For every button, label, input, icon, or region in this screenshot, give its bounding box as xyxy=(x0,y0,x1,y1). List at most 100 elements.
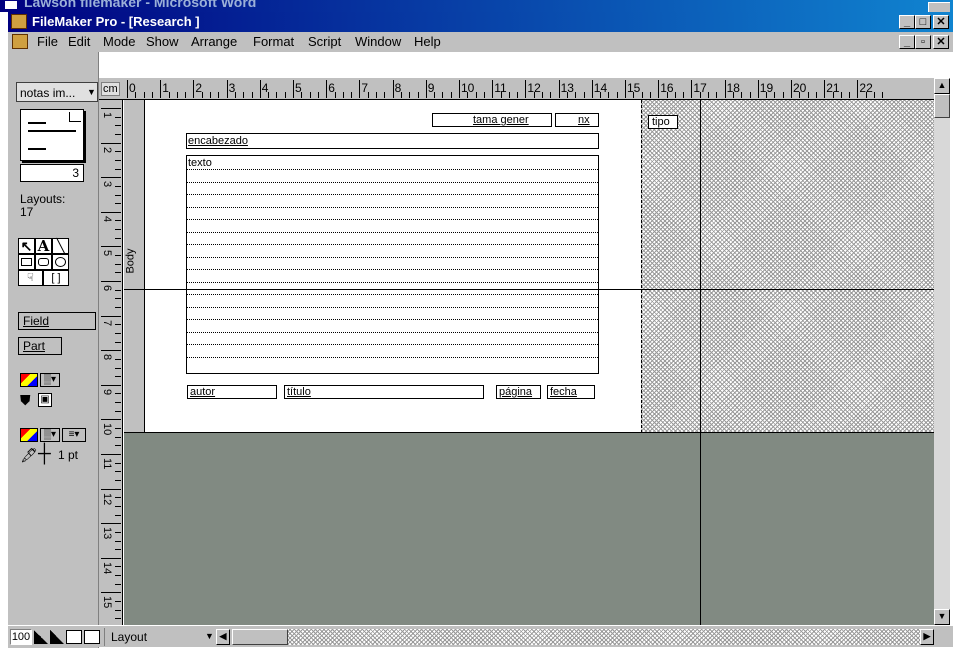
ruler-tick xyxy=(334,92,336,98)
maximize-button[interactable]: □ xyxy=(915,15,931,29)
zoom-in-icon[interactable] xyxy=(50,630,64,644)
pen-width-label[interactable]: 1 pt xyxy=(58,448,78,462)
effects-icon[interactable]: ⛊ xyxy=(20,392,31,409)
ruler-tick xyxy=(874,92,875,98)
field-pagina[interactable]: página xyxy=(496,385,541,399)
ruler-tick xyxy=(101,557,121,559)
ruler-tick xyxy=(115,324,121,326)
ruler-tick xyxy=(259,80,261,98)
mode-dropdown-icon: ▼ xyxy=(205,631,214,641)
mode-popup[interactable]: Layout ▼ xyxy=(104,628,216,646)
menu-arrange[interactable]: Arrange xyxy=(191,32,237,52)
ruler-tick xyxy=(115,168,121,170)
non-printable-area xyxy=(641,100,934,433)
ruler-tick xyxy=(616,92,618,98)
doc-close-button[interactable]: ✕ xyxy=(933,35,949,49)
crosshair-icon[interactable]: ┼ xyxy=(38,444,51,462)
close-button[interactable]: ✕ xyxy=(933,15,949,29)
ruler-tick xyxy=(782,92,784,98)
ruler-tick xyxy=(459,80,460,98)
texto-line xyxy=(187,231,598,233)
layout-book-icon[interactable] xyxy=(20,109,84,161)
ruler-tick xyxy=(251,92,253,98)
menu-script[interactable]: Script xyxy=(308,32,341,52)
body-part-tab[interactable]: Body xyxy=(124,100,145,433)
ruler-tick xyxy=(115,332,121,334)
scroll-left-button[interactable]: ◀ xyxy=(216,629,230,645)
ruler-tick xyxy=(115,220,121,222)
line-tool-icon[interactable]: ╲ xyxy=(52,238,69,254)
menu-help[interactable]: Help xyxy=(414,32,441,52)
fill-pattern-icon[interactable]: ▒▾ xyxy=(40,373,60,387)
menu-bar: File Edit Mode Show Arrange Format Scrip… xyxy=(8,32,953,52)
document-icon[interactable] xyxy=(12,34,28,49)
pen-pattern-icon[interactable]: ▒▾ xyxy=(40,428,60,442)
layout-canvas[interactable]: Body tama gener nx tipo encabezado texto… xyxy=(124,100,934,625)
rounded-rect-tool-icon[interactable] xyxy=(35,254,52,270)
pointer-tool-icon[interactable]: ↖ xyxy=(18,238,35,254)
ruler-tick xyxy=(683,92,685,98)
field-nx[interactable]: nx xyxy=(555,113,599,127)
portal-tool-icon[interactable]: [ ] xyxy=(43,270,69,286)
button-tool-icon[interactable]: ☟ xyxy=(18,270,43,286)
horizontal-guide[interactable] xyxy=(124,289,934,290)
object-effect-icon[interactable]: ▣ xyxy=(38,393,52,407)
layout-view-icon[interactable] xyxy=(84,630,100,644)
field-fecha[interactable]: fecha xyxy=(547,385,595,399)
field-titulo[interactable]: título xyxy=(284,385,484,399)
ruler-tick xyxy=(533,92,535,98)
part-tool-button[interactable]: Part xyxy=(18,337,62,355)
pen-color-icon[interactable] xyxy=(20,428,38,442)
ruler-tick xyxy=(674,92,676,98)
scroll-down-button[interactable]: ▼ xyxy=(934,609,950,625)
menu-mode[interactable]: Mode xyxy=(103,32,136,52)
scroll-right-button[interactable]: ▶ xyxy=(920,629,934,645)
word-restore-button[interactable] xyxy=(928,2,950,12)
pen-icon[interactable]: 🖋 xyxy=(20,447,38,464)
ruler-tick xyxy=(101,523,121,525)
menu-file[interactable]: File xyxy=(37,32,58,52)
status-area-toggle-icon[interactable] xyxy=(66,630,82,644)
field-tool-button[interactable]: Field xyxy=(18,312,96,330)
horizontal-scroll-track[interactable] xyxy=(288,629,920,645)
doc-restore-button[interactable]: ▫ xyxy=(915,35,931,49)
ruler-v-label: 8 xyxy=(101,354,113,361)
horizontal-scroll-thumb[interactable] xyxy=(232,629,288,645)
field-tama-general[interactable]: tama gener xyxy=(432,113,552,127)
menu-format[interactable]: Format xyxy=(253,32,294,52)
zoom-level[interactable]: 100 xyxy=(10,629,32,645)
vertical-guide[interactable] xyxy=(700,100,701,625)
text-tool-icon[interactable]: A xyxy=(35,238,52,254)
zoom-out-icon[interactable] xyxy=(34,630,48,644)
fecha-label: fecha xyxy=(550,386,577,398)
layout-book-slider[interactable]: 3 xyxy=(20,164,84,182)
menu-window[interactable]: Window xyxy=(355,32,401,52)
vertical-scrollbar[interactable]: ▲ ▼ xyxy=(934,78,950,625)
field-autor[interactable]: autor xyxy=(187,385,277,399)
minimize-button[interactable]: _ xyxy=(899,15,915,29)
scroll-thumb[interactable] xyxy=(934,94,950,118)
part-tool-label: Part xyxy=(23,339,46,353)
line-style-icon[interactable]: ≡▾ xyxy=(62,428,86,442)
ruler-unit-label[interactable]: cm xyxy=(101,82,120,96)
rectangle-tool-icon[interactable] xyxy=(18,254,35,270)
ruler-v-label: 9 xyxy=(101,388,113,395)
menu-edit[interactable]: Edit xyxy=(68,32,90,52)
scroll-up-button[interactable]: ▲ xyxy=(934,78,950,94)
doc-minimize-button[interactable]: _ xyxy=(899,35,915,49)
ruler-tick xyxy=(101,142,121,144)
ruler-tick xyxy=(143,92,145,98)
field-tipo[interactable]: tipo xyxy=(648,115,678,129)
field-texto[interactable]: texto xyxy=(186,155,599,374)
book-page-number: 3 xyxy=(72,166,79,180)
layout-menu-popup[interactable]: notas im... ▼ xyxy=(16,82,98,102)
ruler-tick xyxy=(799,92,801,98)
tipo-label: tipo xyxy=(652,116,670,128)
oval-tool-icon[interactable] xyxy=(52,254,69,270)
menu-show[interactable]: Show xyxy=(146,32,179,52)
ruler-tick xyxy=(741,92,743,98)
field-encabezado[interactable]: encabezado xyxy=(186,133,599,149)
ruler-tick xyxy=(115,471,121,473)
fill-color-icon[interactable] xyxy=(20,373,38,387)
texto-line xyxy=(187,256,598,258)
